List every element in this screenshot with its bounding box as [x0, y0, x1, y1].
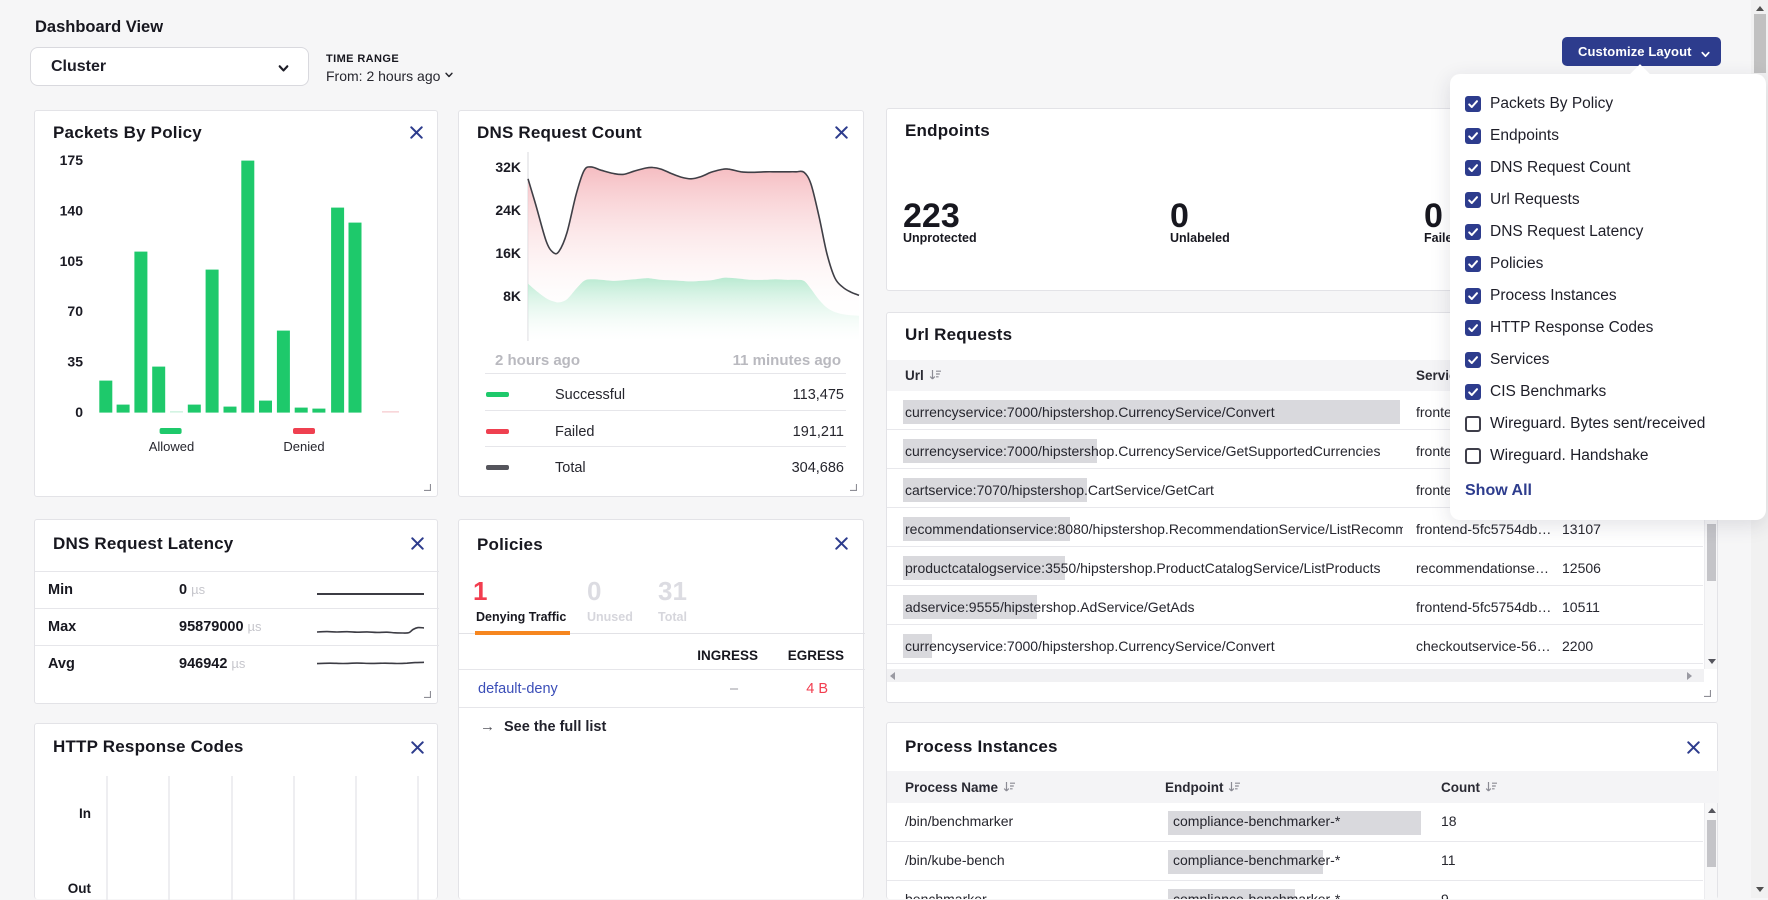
svg-text:16K: 16K	[495, 245, 521, 261]
svg-text:8K: 8K	[503, 288, 521, 304]
svg-text:35: 35	[67, 354, 83, 370]
svg-text:Allowed: Allowed	[149, 439, 195, 454]
svg-text:Out: Out	[68, 881, 92, 896]
svg-text:105: 105	[60, 253, 84, 269]
svg-text:0: 0	[75, 404, 83, 420]
svg-text:In: In	[79, 806, 91, 821]
svg-text:70: 70	[67, 303, 83, 319]
svg-text:175: 175	[60, 152, 84, 168]
svg-text:Denied: Denied	[283, 439, 324, 454]
svg-text:24K: 24K	[495, 202, 521, 218]
svg-text:140: 140	[60, 202, 84, 218]
svg-text:32K: 32K	[495, 159, 521, 175]
